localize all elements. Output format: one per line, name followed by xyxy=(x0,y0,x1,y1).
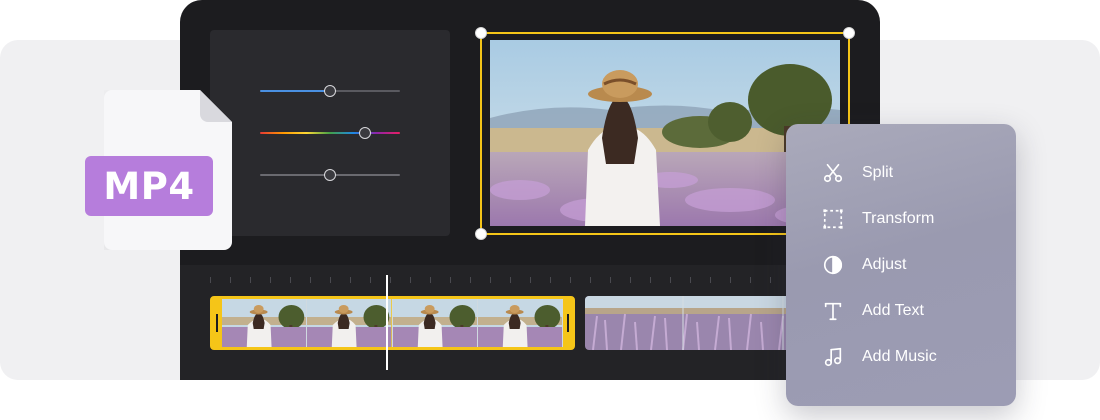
menu-item-label: Adjust xyxy=(862,256,907,273)
adjust-slider-3[interactable] xyxy=(260,169,400,181)
menu-item-label: Transform xyxy=(862,210,935,227)
ruler-tick xyxy=(290,277,291,283)
menu-item-label: Add Music xyxy=(862,348,937,365)
ruler-tick xyxy=(570,277,571,283)
slider-track xyxy=(260,132,400,134)
menu-item-label: Split xyxy=(862,164,894,181)
ruler-tick xyxy=(670,277,671,283)
slider-thumb[interactable] xyxy=(324,85,336,97)
timeline-ruler xyxy=(210,277,851,283)
contrast-icon xyxy=(822,254,844,276)
clip-thumbnail xyxy=(477,299,563,347)
ruler-tick xyxy=(590,277,591,283)
music-note-icon xyxy=(822,346,844,368)
ruler-tick xyxy=(250,277,251,283)
ruler-tick xyxy=(490,277,491,283)
ruler-tick xyxy=(630,277,631,283)
trim-handle-right[interactable] xyxy=(567,314,569,332)
scissors-icon xyxy=(822,162,844,184)
ruler-tick xyxy=(610,277,611,283)
resize-handle-bottom-left[interactable] xyxy=(475,228,487,240)
adjustment-panel xyxy=(210,30,450,236)
ruler-tick xyxy=(370,277,371,283)
timeline xyxy=(180,265,880,380)
ruler-tick xyxy=(750,277,751,283)
ruler-tick xyxy=(270,277,271,283)
resize-handle-top-right[interactable] xyxy=(843,27,855,39)
ruler-tick xyxy=(690,277,691,283)
ruler-tick xyxy=(550,277,551,283)
ruler-tick xyxy=(450,277,451,283)
video-editor-window xyxy=(180,0,880,380)
clip-thumbnail xyxy=(222,299,308,347)
ruler-tick xyxy=(230,277,231,283)
adjust-slider-1[interactable] xyxy=(260,85,400,97)
ruler-tick xyxy=(470,277,471,283)
mp4-badge: MP4 xyxy=(85,156,213,216)
ruler-tick xyxy=(730,277,731,283)
ruler-tick xyxy=(210,277,211,283)
ruler-tick xyxy=(390,277,391,283)
ruler-tick xyxy=(350,277,351,283)
clip-thumbnail xyxy=(392,299,478,347)
ruler-tick xyxy=(710,277,711,283)
ruler-tick xyxy=(410,277,411,283)
resize-handle-top-left[interactable] xyxy=(475,27,487,39)
menu-item-add-music[interactable]: Add Music xyxy=(786,334,1016,380)
ruler-tick xyxy=(330,277,331,283)
trim-handle-left[interactable] xyxy=(216,314,218,332)
transform-icon xyxy=(822,208,844,230)
ruler-tick xyxy=(310,277,311,283)
playhead[interactable] xyxy=(386,275,388,370)
menu-item-add-text[interactable]: Add Text xyxy=(786,288,1016,334)
slider-thumb[interactable] xyxy=(324,169,336,181)
menu-item-label: Add Text xyxy=(862,302,924,319)
menu-item-split[interactable]: Split xyxy=(786,150,1016,196)
menu-item-transform[interactable]: Transform xyxy=(786,196,1016,242)
hue-slider[interactable] xyxy=(260,127,400,139)
ruler-tick xyxy=(430,277,431,283)
slider-thumb[interactable] xyxy=(359,127,371,139)
menu-item-adjust[interactable]: Adjust xyxy=(786,242,1016,288)
ruler-tick xyxy=(510,277,511,283)
context-menu: Split Transform Adjust Add Text Add Musi… xyxy=(786,124,1016,406)
ruler-tick xyxy=(770,277,771,283)
ruler-tick xyxy=(530,277,531,283)
ruler-tick xyxy=(650,277,651,283)
text-icon xyxy=(822,300,844,322)
timeline-clip-selected[interactable] xyxy=(210,296,575,350)
clip-thumbnail xyxy=(307,299,393,347)
